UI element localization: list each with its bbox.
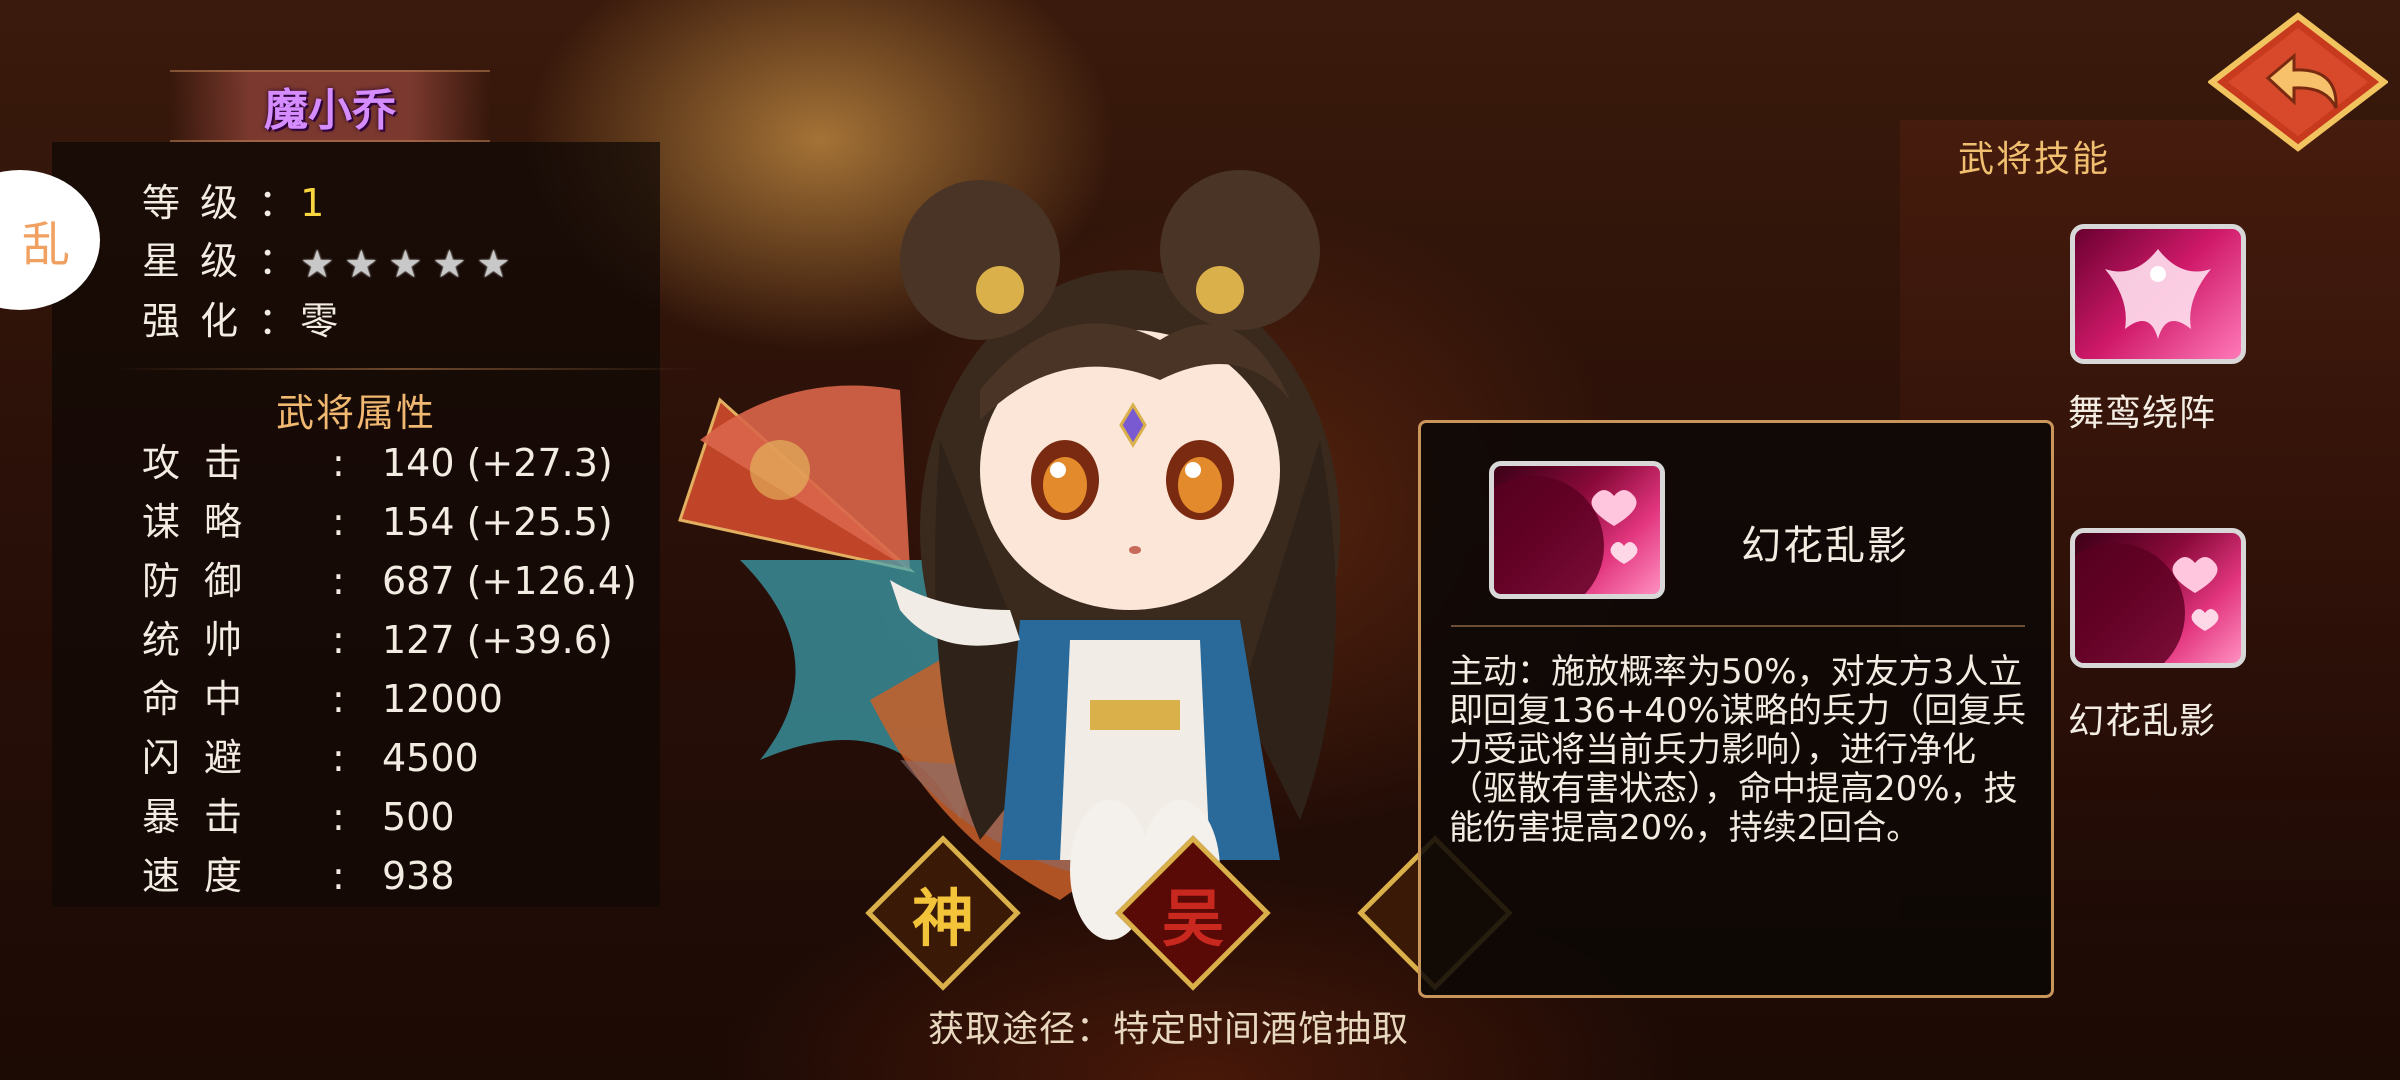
attribute-value: 127 (+39.6)	[382, 618, 613, 662]
attribute-label: 谋略	[142, 500, 267, 544]
popup-divider	[1451, 625, 2025, 627]
star-rating: ★ ★ ★ ★ ★	[300, 242, 514, 286]
star-icon: ★	[476, 241, 515, 286]
attribute-label: 攻击	[142, 441, 267, 485]
star-icon: ★	[300, 241, 339, 286]
attribute-colon: :	[332, 854, 345, 898]
attribute-row: 闪避:4500	[142, 727, 479, 782]
attribute-value: 500	[382, 795, 455, 839]
hero-character-illustration	[678, 170, 1340, 940]
attribute-value: 140 (+27.3)	[382, 441, 613, 485]
attribute-row: 暴击:500	[142, 786, 455, 841]
attribute-label: 闪避	[142, 736, 267, 780]
attribute-value: 4500	[382, 736, 479, 780]
skill-detail-popup[interactable]: 幻花乱影 主动：施放概率为50%，对友方3人立即回复136+40%谋略的兵力（回…	[1418, 420, 2054, 998]
attribute-label: 暴击	[142, 795, 267, 839]
attribute-colon: :	[332, 677, 345, 721]
skills-title: 武将技能	[1958, 139, 2111, 180]
popup-skill-name: 幻花乱影	[1741, 523, 1909, 569]
level-row: 等 级 ：1	[142, 172, 328, 227]
skill-icon-frame	[1489, 461, 1665, 599]
enhance-label: 强 化 ：	[142, 299, 301, 343]
hero-info-panel: 等 级 ：1 星 级 ： ★ ★ ★ ★ ★ 强 化 ：零 武将属性 攻击:140 (+2…	[52, 142, 702, 907]
attribute-row: 统帅:127 (+39.6)	[142, 609, 613, 664]
attribute-colon: :	[332, 559, 345, 603]
attribute-colon: :	[332, 500, 345, 544]
attribute-colon: :	[332, 736, 345, 780]
attribute-label: 防御	[142, 559, 267, 603]
section-divider	[112, 368, 702, 370]
attribute-label: 速度	[142, 854, 267, 898]
enhance-row: 强 化 ：零	[142, 290, 342, 345]
attribute-row: 攻击:140 (+27.3)	[142, 432, 613, 487]
star-icon: ★	[388, 241, 427, 286]
attribute-colon: :	[332, 441, 345, 485]
hero-name: 魔小乔	[264, 85, 396, 136]
attribute-value: 938	[382, 854, 455, 898]
phoenix-icon	[2105, 249, 2211, 339]
attribute-row: 速度:938	[142, 845, 455, 900]
skill-slot-1[interactable]	[2070, 224, 2246, 364]
attribute-colon: :	[332, 618, 345, 662]
attribute-row: 命中:12000	[142, 668, 503, 723]
enhance-value: 零	[300, 299, 343, 343]
attribute-value: 687 (+126.4)	[382, 559, 637, 603]
skill-slot-2[interactable]	[2070, 528, 2246, 668]
back-button[interactable]	[2208, 12, 2388, 152]
attributes-title: 武将属性	[275, 391, 436, 435]
acquisition-source: 获取途径：特定时间酒馆抽取	[928, 1009, 1410, 1050]
emblem-divine-char: 神	[911, 882, 974, 955]
emblem-faction-char: 吴	[1161, 882, 1224, 955]
skill-label-2: 幻花乱影	[2068, 701, 2217, 742]
attribute-value: 12000	[382, 677, 503, 721]
flower-hearts-icon	[2075, 543, 2219, 663]
level-value: 1	[300, 181, 329, 225]
attribute-label: 统帅	[142, 618, 267, 662]
side-badge-text: 乱	[21, 217, 70, 273]
skill-label-1: 舞鸾绕阵	[2068, 393, 2217, 434]
star-icon: ★	[344, 241, 383, 286]
attribute-value: 154 (+25.5)	[382, 500, 613, 544]
hero-name-plate: 魔小乔	[170, 70, 490, 142]
level-label: 等 级 ：	[142, 181, 301, 225]
flower-hearts-icon	[1494, 476, 1638, 594]
popup-skill-description: 主动：施放概率为50%，对友方3人立即回复136+40%谋略的兵力（回复兵力受武…	[1449, 652, 2026, 848]
star-icon: ★	[432, 241, 471, 286]
attribute-row: 谋略:154 (+25.5)	[142, 491, 613, 546]
attribute-label: 命中	[142, 677, 267, 721]
attribute-colon: :	[332, 795, 345, 839]
star-label: 星 级 ：	[142, 239, 301, 283]
attribute-row: 防御:687 (+126.4)	[142, 550, 637, 605]
star-row: 星 级 ： ★ ★ ★ ★ ★	[142, 230, 515, 286]
